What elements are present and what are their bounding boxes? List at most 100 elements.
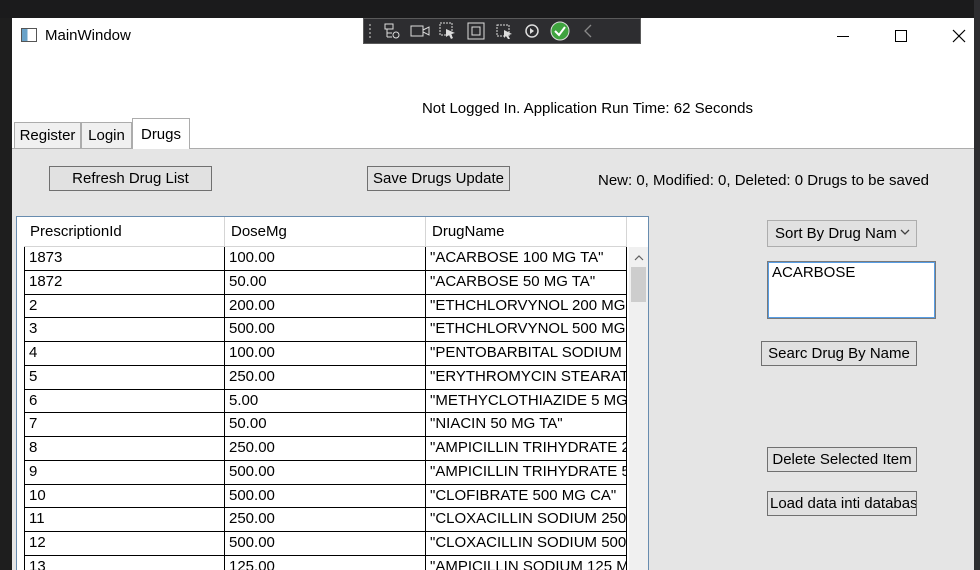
load-data-into-database-button[interactable]: Load data inti database [767, 491, 917, 516]
cell-prescription-id[interactable]: 1872 [24, 270, 225, 295]
cell-dose-mg[interactable]: 500.00 [225, 484, 426, 509]
delete-selected-item-button[interactable]: Delete Selected Item [767, 447, 917, 472]
minimize-button[interactable] [820, 18, 866, 54]
table-row[interactable]: 13 125.00 "AMPICILLIN SODIUM 125 M [24, 555, 627, 570]
table-row[interactable]: 1872 50.00 "ACARBOSE 50 MG TA" [24, 270, 627, 295]
cell-drug-name[interactable]: "AMPICILLIN TRIHYDRATE 25 [426, 437, 627, 461]
table-row[interactable]: 7 50.00 "NIACIN 50 MG TA" [24, 413, 627, 437]
cell-dose-mg[interactable]: 5.00 [225, 389, 426, 414]
maximize-button[interactable] [878, 18, 924, 54]
tab-register[interactable]: Register [14, 122, 81, 148]
table-row[interactable]: 5250.00"ERYTHROMYCIN STEARATE 2 [24, 365, 627, 390]
cell-prescription-id[interactable]: 6 [24, 389, 225, 414]
cell-drug-name[interactable]: "ETHCHLORVYNOL 500 MG C [426, 318, 627, 342]
ide-top-strip [0, 0, 980, 18]
table-row[interactable]: 11 250.00 "CLOXACILLIN SODIUM 250 M [24, 508, 627, 532]
save-drugs-update-button[interactable]: Save Drugs Update [367, 166, 510, 191]
cell-prescription-id[interactable]: 1873 [24, 247, 225, 271]
cell-dose-mg[interactable]: 50.00 [225, 413, 426, 437]
cell-dose-mg[interactable]: 500.00 [225, 532, 426, 556]
cell-prescription-id[interactable]: 11 [24, 508, 225, 532]
cell-prescription-id[interactable]: 12 [24, 532, 225, 556]
cell-prescription-id[interactable]: 4 [24, 342, 225, 366]
close-button[interactable] [936, 18, 974, 54]
cell-prescription-id[interactable]: 10 [24, 484, 225, 509]
cell-prescription-id[interactable]: 3 [24, 318, 225, 342]
close-icon [952, 29, 966, 43]
cell-drug-name[interactable]: "METHYCLOTHIAZIDE 5 MG T [426, 389, 627, 414]
cell-dose-mg[interactable]: 500.00 [225, 460, 426, 485]
table-row[interactable]: 2 200.00 "ETHCHLORVYNOL 200 MG C [24, 294, 627, 319]
scrollbar-thumb[interactable] [631, 267, 646, 302]
login-status-text: Not Logged In. Application Run Time: 62 … [421, 100, 753, 117]
table-row[interactable]: 12 500.00 "CLOXACILLIN SODIUM 500 M [24, 532, 627, 556]
cell-dose-mg[interactable]: 100.00 [225, 247, 426, 271]
toolbar-grip[interactable] [368, 23, 372, 39]
chevron-up-icon [634, 254, 643, 260]
cell-drug-name[interactable]: "CLOXACILLIN SODIUM 500 M [426, 532, 627, 556]
refresh-drug-list-button[interactable]: Refresh Drug List [49, 166, 212, 191]
track-focus-icon [496, 24, 512, 39]
scroll-up-button[interactable] [629, 247, 648, 267]
record-video-button[interactable] [406, 20, 434, 42]
cell-drug-name[interactable]: "PENTOBARBITAL SODIUM 10 [426, 342, 627, 366]
search-drug-by-name-button[interactable]: Searc Drug By Name [761, 341, 917, 366]
track-focused-element-button[interactable] [490, 20, 518, 42]
visual-tree-icon [384, 23, 400, 39]
cell-prescription-id[interactable]: 13 [24, 555, 225, 570]
cell-drug-name[interactable]: "CLOFIBRATE 500 MG CA" [426, 484, 627, 509]
minimize-icon [837, 36, 849, 37]
hot-reload-status-button[interactable] [546, 20, 574, 42]
cell-dose-mg[interactable]: 250.00 [225, 365, 426, 390]
cell-prescription-id[interactable]: 9 [24, 460, 225, 485]
column-header-prescription-id[interactable]: PrescriptionId [24, 217, 225, 247]
collapse-toolbar-button[interactable] [574, 20, 602, 42]
cell-drug-name[interactable]: "ERYTHROMYCIN STEARATE 2 [426, 365, 627, 390]
tab-login[interactable]: Login [81, 122, 132, 148]
table-row[interactable]: 8 250.00 "AMPICILLIN TRIHYDRATE 25 [24, 437, 627, 461]
cell-dose-mg[interactable]: 50.00 [225, 270, 426, 295]
cell-drug-name[interactable]: "ACARBOSE 50 MG TA" [426, 270, 627, 295]
live-visual-tree-button[interactable] [378, 20, 406, 42]
table-row[interactable]: 9 500.00 "AMPICILLIN TRIHYDRATE 50 [24, 460, 627, 485]
table-row[interactable]: 1873 100.00 "ACARBOSE 100 MG TA" [24, 247, 627, 271]
cell-drug-name[interactable]: "CLOXACILLIN SODIUM 250 M [426, 508, 627, 532]
cell-dose-mg[interactable]: 250.00 [225, 508, 426, 532]
grid-vertical-scrollbar[interactable] [629, 247, 648, 570]
select-element-button[interactable] [434, 20, 462, 42]
tab-drugs[interactable]: Drugs [132, 118, 190, 149]
display-layout-adorners-button[interactable] [462, 20, 490, 42]
cell-prescription-id[interactable]: 2 [24, 294, 225, 319]
cell-drug-name[interactable]: "AMPICILLIN SODIUM 125 M [426, 555, 627, 570]
cell-dose-mg[interactable]: 250.00 [225, 437, 426, 461]
cell-dose-mg[interactable]: 125.00 [225, 555, 426, 570]
cell-dose-mg[interactable]: 100.00 [225, 342, 426, 366]
cell-dose-mg[interactable]: 200.00 [225, 294, 426, 319]
table-row[interactable]: 6 5.00 "METHYCLOTHIAZIDE 5 MG T [24, 389, 627, 414]
column-header-drug-name[interactable]: DrugName [426, 217, 627, 247]
grid-rows: 1873 100.00 "ACARBOSE 100 MG TA" 1872 50.00 "… [24, 247, 627, 570]
chevron-left-icon [584, 24, 592, 38]
cell-prescription-id[interactable]: 8 [24, 437, 225, 461]
app-window-icon [21, 28, 37, 42]
maximize-icon [895, 30, 907, 42]
table-row[interactable]: 4 100.00 "PENTOBARBITAL SODIUM 10 [24, 342, 627, 366]
pending-changes-text: New: 0, Modified: 0, Deleted: 0 Drugs to… [598, 172, 930, 189]
tab-login-label: Login [88, 127, 125, 144]
table-row[interactable]: 10 500.00 "CLOFIBRATE 500 MG CA" [24, 484, 627, 509]
cell-drug-name[interactable]: "ETHCHLORVYNOL 200 MG C [426, 294, 627, 319]
cursor-select-icon [439, 22, 455, 39]
cell-drug-name[interactable]: "AMPICILLIN TRIHYDRATE 50 [426, 460, 627, 485]
video-camera-icon [410, 25, 430, 37]
cell-dose-mg[interactable]: 500.00 [225, 318, 426, 342]
cell-drug-name[interactable]: "NIACIN 50 MG TA" [426, 413, 627, 437]
table-row[interactable]: 3 500.00 "ETHCHLORVYNOL 500 MG C [24, 318, 627, 342]
drugs-data-grid[interactable]: PrescriptionId DoseMg DrugName 1873 100.0… [16, 216, 649, 570]
cell-prescription-id[interactable]: 5 [24, 365, 225, 390]
hot-reload-button[interactable] [518, 20, 546, 42]
column-header-dose-mg[interactable]: DoseMg [225, 217, 426, 247]
drug-name-search-input[interactable]: ACARBOSE [767, 261, 936, 319]
cell-prescription-id[interactable]: 7 [24, 413, 225, 437]
cell-drug-name[interactable]: "ACARBOSE 100 MG TA" [426, 247, 627, 271]
sort-order-dropdown[interactable]: Sort By Drug Name [767, 220, 917, 247]
